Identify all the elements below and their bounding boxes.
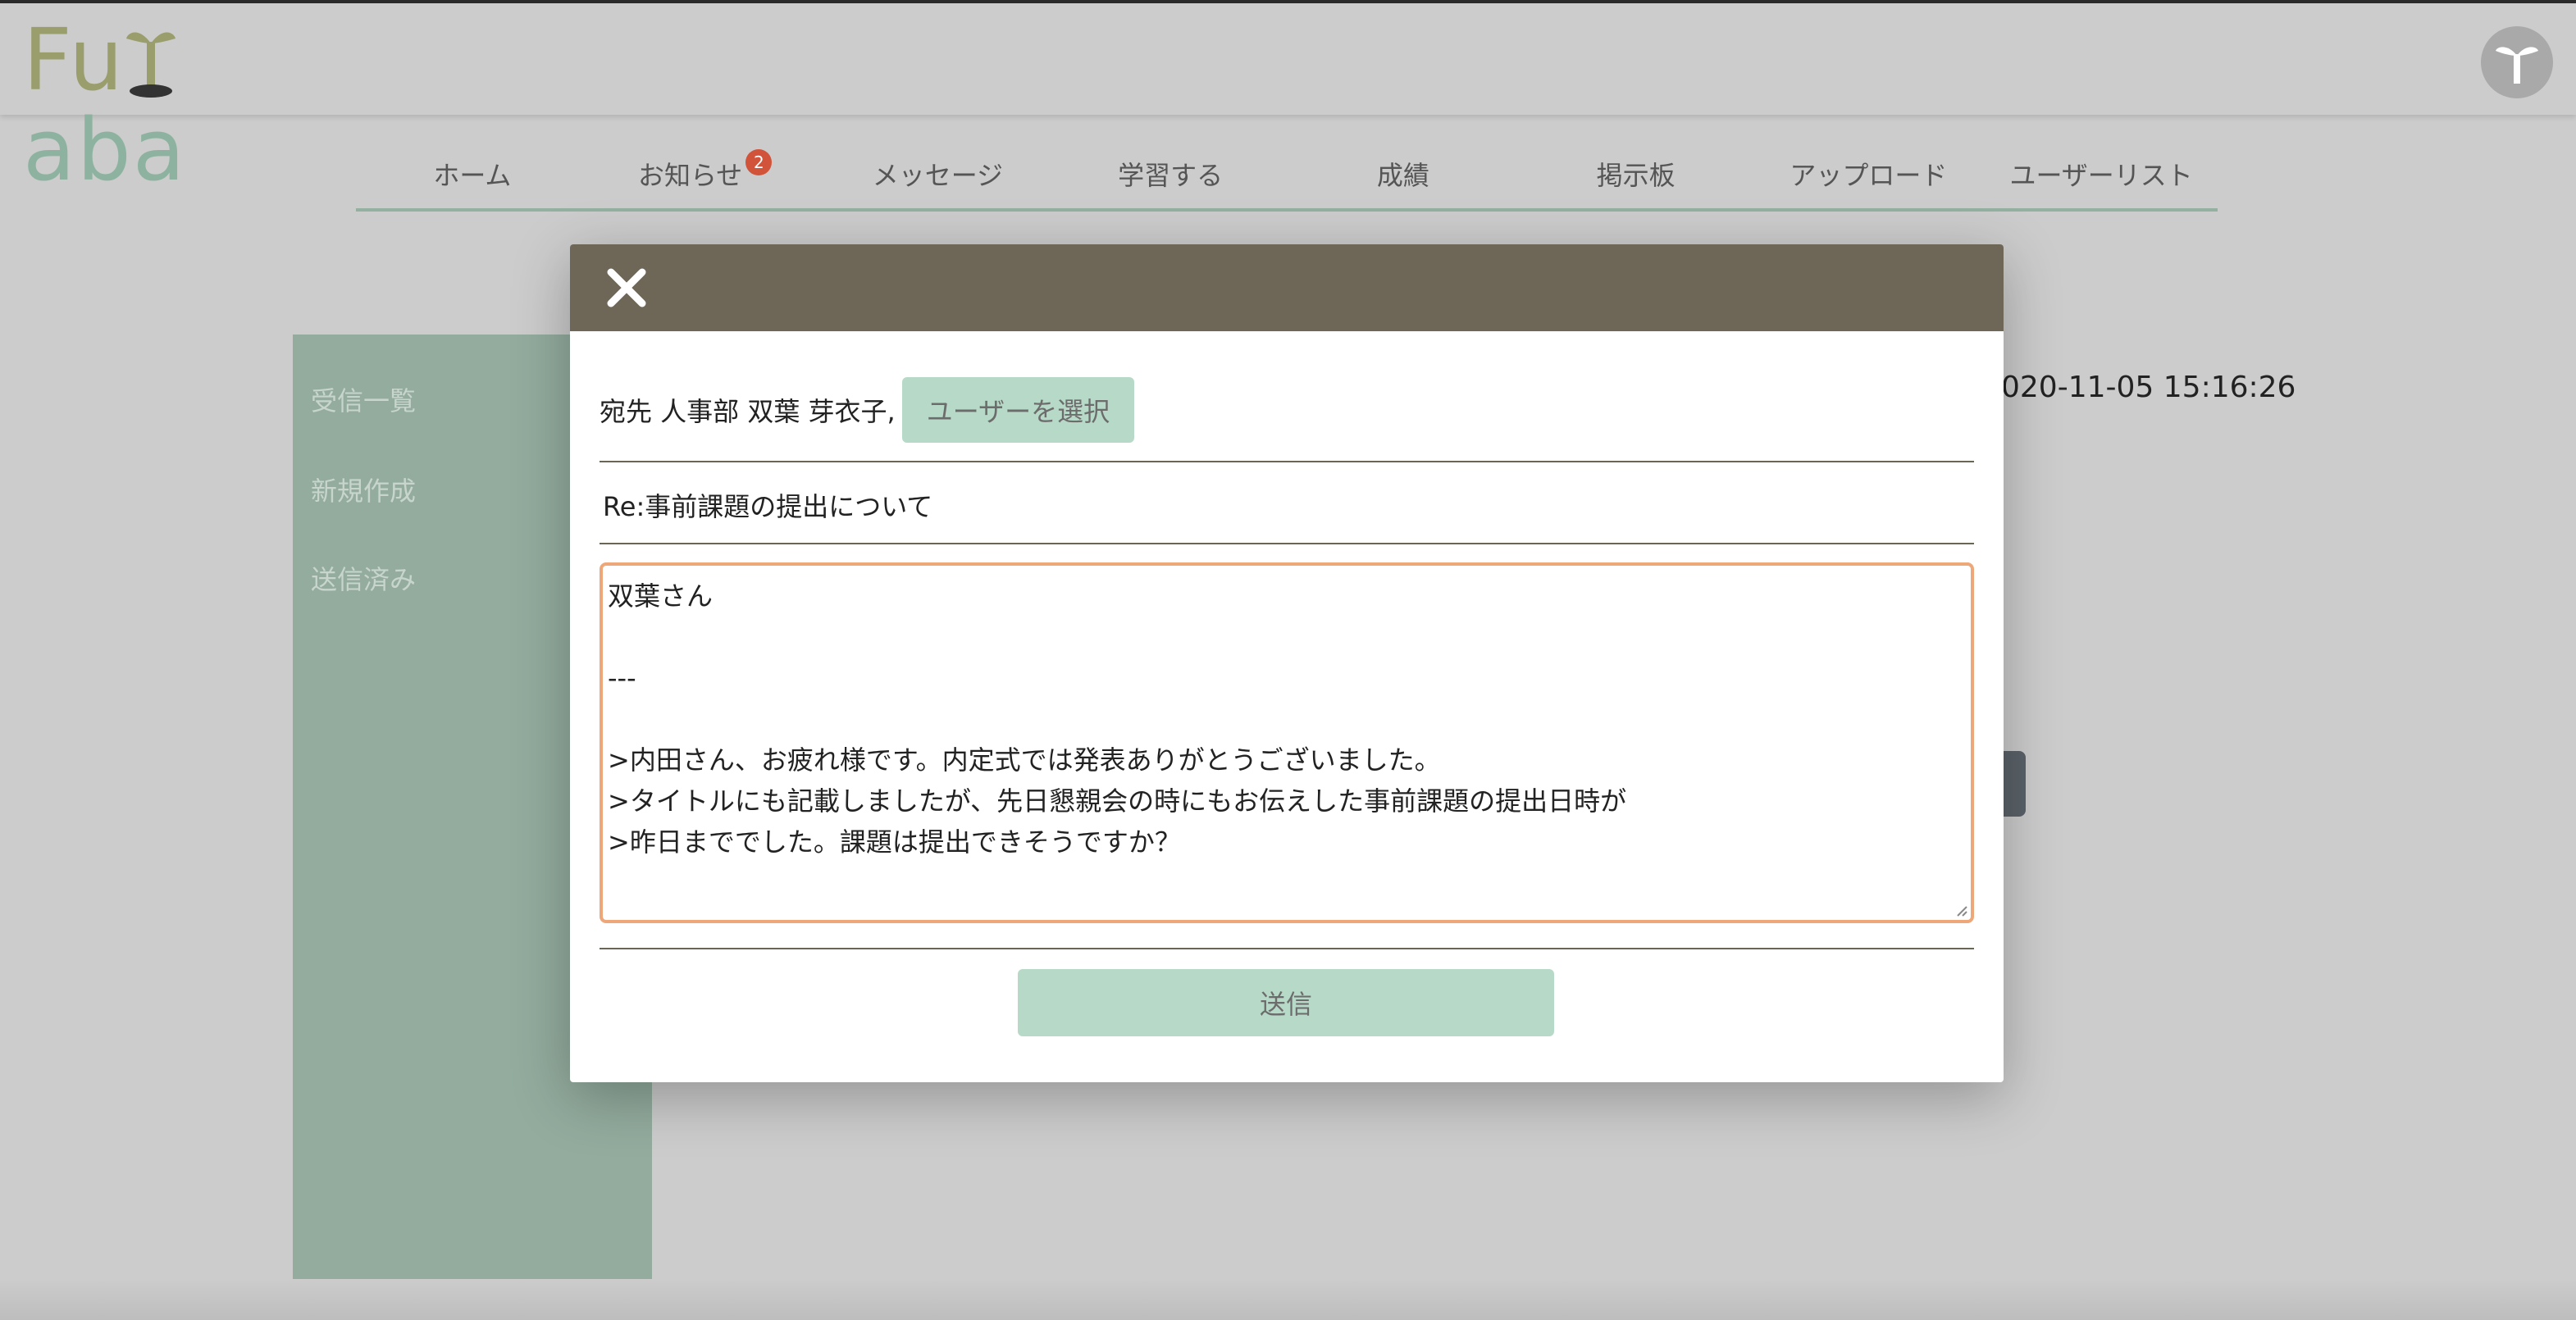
nav-board[interactable]: 掲示板 — [1520, 139, 1753, 208]
divider — [600, 543, 1974, 544]
body-line: >タイトルにも記載しましたが、先日懇親会の時にもお伝えした事前課題の提出日時が — [608, 785, 1627, 817]
close-button[interactable] — [603, 264, 650, 312]
page-bottom-shade — [0, 1279, 2576, 1320]
select-user-button[interactable]: ユーザーを選択 — [901, 377, 1135, 443]
nav-notices[interactable]: お知らせ 2 — [589, 139, 822, 208]
body-line: >昨日まででした。課題は提出できそうですか？ — [608, 826, 1181, 858]
recipient-label: 宛先 人事部 双葉 芽衣子, — [600, 396, 896, 427]
body-line: >内田さん、お疲れ様です。内定式では発表ありがとうございました。 — [608, 744, 1441, 776]
message-body-textarea[interactable]: 双葉さん --- >内田さん、お疲れ様です。内定式では発表ありがとうございました… — [600, 562, 1974, 923]
notification-badge: 2 — [745, 149, 773, 175]
app-header: Fuaba — [0, 3, 2576, 195]
body-line: 双葉さん — [608, 580, 714, 612]
nav-upload[interactable]: アップロード — [1753, 139, 1986, 208]
nav-grades[interactable]: 成績 — [1287, 139, 1520, 208]
compose-modal: 宛先 人事部 双葉 芽衣子, ユーザーを選択 双葉さん --- >内田さん、お疲… — [570, 244, 2004, 1082]
sidebar-item-inbox[interactable]: 受信一覧 — [311, 380, 416, 418]
body-line: --- — [608, 662, 636, 694]
sprout-t-icon — [126, 32, 176, 98]
body-line — [608, 699, 1966, 740]
send-button[interactable]: 送信 — [1018, 969, 1554, 1036]
divider — [600, 461, 1974, 462]
subject-input[interactable] — [603, 476, 1974, 535]
sidebar-item-sent[interactable]: 送信済み — [311, 559, 416, 597]
nav-learn[interactable]: 学習する — [1054, 139, 1287, 208]
resize-grip-icon[interactable] — [1954, 904, 1967, 917]
sidebar-item-compose[interactable]: 新規作成 — [311, 471, 416, 508]
futaba-logo[interactable]: Fuaba — [23, 15, 310, 195]
close-icon — [607, 268, 646, 307]
main-nav: ホーム お知らせ 2 メッセージ 学習する 成績 掲示板 アップロード ユーザーリ… — [356, 139, 2218, 212]
nav-home[interactable]: ホーム — [356, 139, 589, 208]
modal-header — [570, 244, 2004, 331]
message-timestamp: 020-11-05 15:16:26 — [2001, 371, 2296, 404]
recipient-row: 宛先 人事部 双葉 芽衣子, ユーザーを選択 — [600, 377, 1974, 443]
sprout-avatar-icon — [2496, 47, 2538, 84]
divider — [600, 948, 1974, 949]
logo-text-a: Fu — [23, 10, 125, 110]
logo-text-b: aba — [23, 100, 187, 200]
user-avatar[interactable] — [2481, 26, 2553, 98]
nav-messages[interactable]: メッセージ — [822, 139, 1055, 208]
nav-user-list[interactable]: ユーザーリスト — [1985, 139, 2218, 208]
body-line — [608, 617, 1966, 658]
